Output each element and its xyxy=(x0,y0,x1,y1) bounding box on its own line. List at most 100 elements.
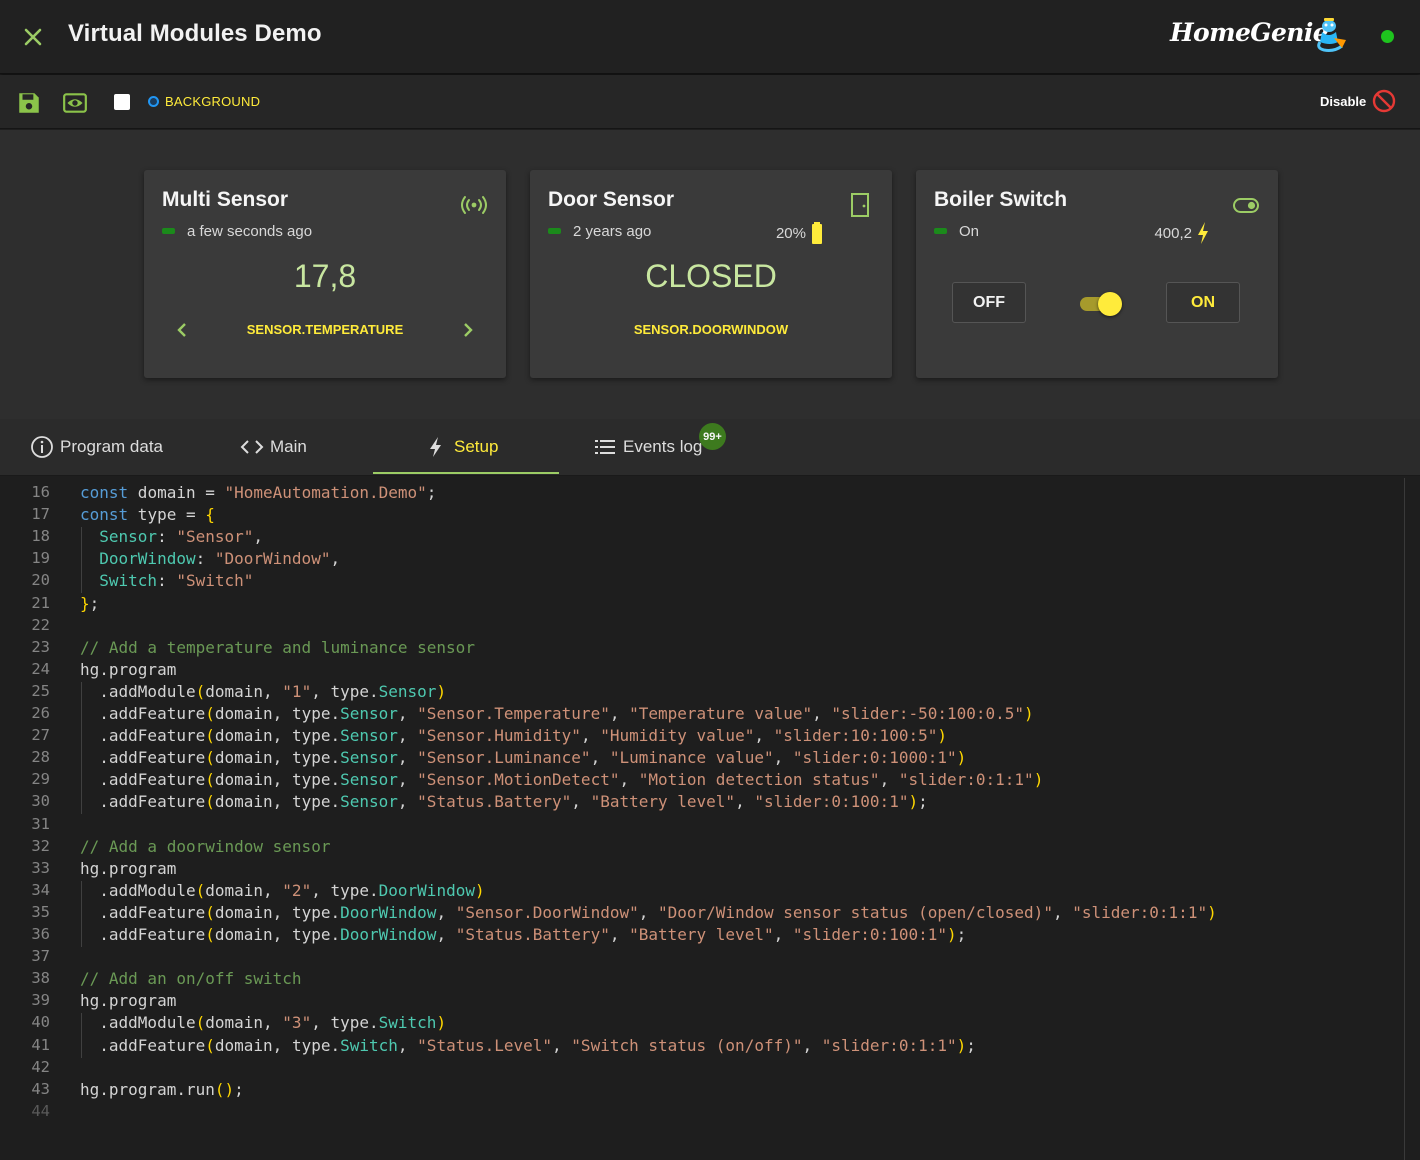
events-count-badge: 99+ xyxy=(699,423,726,450)
radio-waves-icon[interactable] xyxy=(460,192,488,218)
power-value: 400,2 xyxy=(1154,224,1192,242)
tab-label: Program data xyxy=(60,437,163,456)
line-number: 25 xyxy=(31,681,50,700)
line-number: 29 xyxy=(31,770,50,789)
code-line[interactable]: .addFeature(domain, type.Switch, "Status… xyxy=(80,1036,976,1055)
line-number: 42 xyxy=(31,1057,50,1076)
close-icon[interactable] xyxy=(18,22,48,52)
code-line[interactable]: .addModule(domain, "2", type.DoorWindow) xyxy=(80,881,484,900)
code-line[interactable]: .addFeature(domain, type.Sensor, "Sensor… xyxy=(80,726,947,745)
module-value: 17,8 xyxy=(293,258,357,294)
code-line[interactable]: // Add a doorwindow sensor xyxy=(80,837,330,856)
module-field-name: SENSOR.TEMPERATURE xyxy=(246,322,404,337)
page-title: Virtual Modules Demo xyxy=(68,20,322,47)
last-update-text: a few seconds ago xyxy=(187,222,313,240)
module-title: Multi Sensor xyxy=(162,188,289,211)
code-line[interactable]: // Add a temperature and luminance senso… xyxy=(80,638,475,657)
status-led xyxy=(934,228,947,234)
module-title: Boiler Switch xyxy=(934,188,1068,211)
switch-toggle[interactable] xyxy=(1080,292,1122,316)
code-line[interactable]: hg.program xyxy=(80,991,176,1010)
tab-main[interactable]: Main xyxy=(240,419,307,475)
line-number: 43 xyxy=(31,1079,50,1098)
module-title: Door Sensor xyxy=(548,188,675,211)
code-line[interactable]: .addFeature(domain, type.DoorWindow, "St… xyxy=(80,925,966,944)
code-line[interactable]: .addFeature(domain, type.Sensor, "Sensor… xyxy=(80,748,966,767)
line-number: 23 xyxy=(31,637,50,656)
code-line[interactable]: Sensor: "Sensor", xyxy=(80,527,263,546)
code-line[interactable]: .addFeature(domain, type.Sensor, "Sensor… xyxy=(80,770,1043,789)
code-line[interactable]: const domain = "HomeAutomation.Demo"; xyxy=(80,483,436,502)
code-line[interactable]: DoorWindow: "DoorWindow", xyxy=(80,549,340,568)
battery-level: 20% xyxy=(776,222,824,244)
line-number: 38 xyxy=(31,969,50,988)
code-line[interactable]: .addFeature(domain, type.Sensor, "Status… xyxy=(80,792,927,811)
line-number: 36 xyxy=(31,925,50,943)
line-number: 41 xyxy=(31,1035,50,1054)
tab-label: Main xyxy=(270,437,307,456)
editor-scrollbar[interactable] xyxy=(1404,478,1420,1160)
module-status: a few seconds ago xyxy=(162,222,312,240)
active-tab-indicator xyxy=(373,472,559,474)
line-number: 22 xyxy=(31,615,50,634)
enable-checkbox[interactable] xyxy=(114,94,130,110)
code-line[interactable]: }; xyxy=(80,594,99,613)
module-card-multi-sensor: Multi Sensor a few seconds ago 17,8 SENS… xyxy=(144,170,506,378)
block-icon[interactable] xyxy=(1371,88,1397,114)
power-reading: 400,2 xyxy=(1154,222,1210,244)
on-button[interactable]: ON xyxy=(1166,282,1240,323)
line-number: 19 xyxy=(31,549,50,568)
background-label[interactable]: BACKGROUND xyxy=(165,94,260,109)
tab-label: Setup xyxy=(454,437,499,456)
indent-guide xyxy=(81,1013,82,1058)
eye-icon[interactable] xyxy=(62,90,88,116)
line-number: 40 xyxy=(31,1013,50,1032)
chevron-right-icon[interactable] xyxy=(458,320,478,340)
list-icon xyxy=(595,440,615,454)
status-led xyxy=(548,228,561,234)
code-line[interactable]: // Add an on/off switch xyxy=(80,969,302,988)
code-line[interactable]: const type = { xyxy=(80,505,215,524)
background-radio[interactable] xyxy=(148,96,159,107)
module-card-door-sensor: Door Sensor 2 years ago 20% CLOSED SENSO… xyxy=(530,170,892,378)
app-header: Virtual Modules Demo HomeGenie xyxy=(0,0,1420,74)
code-line[interactable]: .addModule(domain, "3", type.Switch) xyxy=(80,1013,446,1032)
tab-setup[interactable]: Setup xyxy=(424,419,498,475)
line-number: 28 xyxy=(31,748,50,767)
info-icon xyxy=(31,436,53,458)
code-editor[interactable]: 16 const domain = "HomeAutomation.Demo"; 1… xyxy=(0,478,1404,1160)
tab-events-log[interactable]: Events log xyxy=(593,419,702,475)
toggle-knob xyxy=(1098,292,1122,316)
switch-state-text: On xyxy=(959,222,980,240)
line-number: 27 xyxy=(31,726,50,745)
module-field-name: SENSOR.DOORWINDOW xyxy=(633,322,789,337)
code-icon xyxy=(240,440,264,454)
line-number: 30 xyxy=(31,792,50,811)
indent-guide xyxy=(81,880,82,948)
disable-label[interactable]: Disable xyxy=(1320,94,1366,109)
code-line[interactable]: .addModule(domain, "1", type.Sensor) xyxy=(80,682,446,701)
module-card-boiler-switch: Boiler Switch On 400,2 OFF ON xyxy=(916,170,1278,378)
door-icon[interactable] xyxy=(846,192,874,218)
line-number: 44 xyxy=(31,1101,50,1120)
tab-program-data[interactable]: Program data xyxy=(30,419,163,475)
last-update-text: 2 years ago xyxy=(573,222,652,240)
line-number: 16 xyxy=(31,483,50,501)
toggle-switch-icon[interactable] xyxy=(1232,192,1260,218)
code-line[interactable]: .addFeature(domain, type.DoorWindow, "Se… xyxy=(80,903,1216,922)
line-number: 31 xyxy=(31,814,50,833)
line-number: 26 xyxy=(31,704,50,722)
code-line[interactable]: Switch: "Switch" xyxy=(80,571,253,590)
save-icon[interactable] xyxy=(16,90,42,116)
code-line[interactable]: .addFeature(domain, type.Sensor, "Sensor… xyxy=(80,704,1033,723)
status-led xyxy=(162,228,175,234)
program-toolbar: BACKGROUND Disable xyxy=(0,75,1420,129)
module-value: CLOSED xyxy=(645,258,777,294)
off-button[interactable]: OFF xyxy=(952,282,1026,323)
code-line[interactable]: hg.program.run(); xyxy=(80,1080,244,1099)
code-line[interactable]: hg.program xyxy=(80,859,176,878)
line-number: 20 xyxy=(31,571,50,590)
code-line[interactable]: hg.program xyxy=(80,660,176,679)
module-status: On xyxy=(934,222,979,240)
brand-logo: HomeGenie xyxy=(1170,18,1329,47)
